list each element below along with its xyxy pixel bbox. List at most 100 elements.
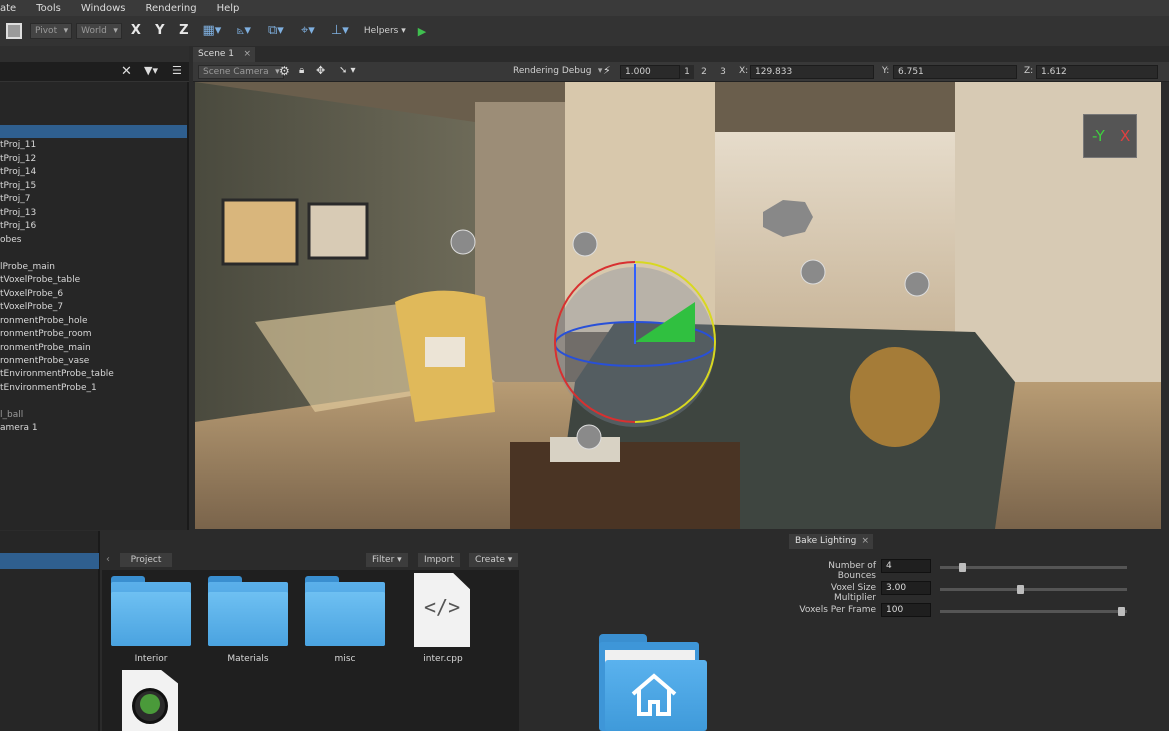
voxels-per-frame-slider[interactable]	[940, 610, 1127, 613]
grid-snap-icon[interactable]: ▦▾	[198, 21, 226, 41]
y-field[interactable]: 6.751	[893, 65, 1017, 79]
folder-materials-icon[interactable]	[208, 576, 288, 646]
tab-bake-lighting[interactable]: Bake Lighting ×	[789, 534, 873, 549]
cpp-file-icon[interactable]: </>	[414, 573, 470, 647]
bounces-label: Number of Bounces	[828, 561, 876, 581]
move-icon[interactable]: ✥	[316, 64, 325, 77]
folder-interior-icon[interactable]	[111, 576, 191, 646]
z-field[interactable]: 1.612	[1036, 65, 1158, 79]
arrow-icon[interactable]: ➘ ▾	[339, 65, 356, 76]
pivot-snap-icon[interactable]: ⊥▾	[326, 21, 354, 41]
hierarchy-item[interactable]: amera 1	[0, 422, 187, 435]
view-3-button[interactable]: 3	[716, 65, 730, 79]
angle-snap-icon[interactable]: ⦝▾	[230, 21, 258, 41]
z-label: Z:	[1024, 66, 1034, 76]
lock-icon[interactable]: 🔒︎	[299, 65, 304, 76]
tab-scene-1[interactable]: Scene 1 ×	[193, 47, 255, 62]
world-dropdown[interactable]: World	[76, 23, 122, 39]
speed-icon[interactable]: ⚡	[603, 64, 611, 77]
hierarchy-item[interactable]: ronmentProbe_room	[0, 328, 187, 341]
axis-gizmo[interactable]: -Y X	[1083, 114, 1137, 158]
pivot-dropdown[interactable]: Pivot	[30, 23, 73, 39]
voxel-size-slider-handle[interactable]	[1017, 585, 1025, 594]
voxels-per-frame-field[interactable]: 100	[881, 603, 931, 617]
hierarchy-item[interactable]: tProj_7	[0, 193, 187, 206]
axis-z-button[interactable]: Z	[174, 21, 194, 41]
import-button[interactable]: Import	[418, 553, 460, 567]
hierarchy-item[interactable]: obes	[0, 234, 187, 247]
voxel-size-field[interactable]: 3.00	[881, 581, 931, 595]
main-toolbar: Pivot World X Y Z ▦▾ ⦝▾ ⧉▾ ⌖▾ ⊥▾ Helpers…	[0, 16, 1169, 46]
bounces-slider-handle[interactable]	[959, 563, 967, 572]
axis-x-label: X	[1120, 127, 1131, 145]
hierarchy-item[interactable]: tVoxelProbe_6	[0, 288, 187, 301]
hierarchy-item[interactable]: tEnvironmentProbe_table	[0, 368, 187, 381]
hierarchy-header	[0, 46, 189, 62]
scene-viewport[interactable]: -Y X	[195, 82, 1161, 529]
tab-project[interactable]: Project	[120, 553, 172, 567]
bounces-slider[interactable]	[940, 566, 1127, 569]
voxels-per-frame-label: Voxels Per Frame	[799, 605, 876, 615]
home-folder-icon[interactable]	[599, 634, 707, 731]
view-1-button[interactable]: 1	[680, 65, 694, 79]
view-2-button[interactable]: 2	[697, 65, 711, 79]
gear-icon[interactable]: ⚙	[279, 64, 290, 78]
helpers-dropdown[interactable]: Helpers ▾	[364, 26, 406, 36]
hierarchy-item[interactable]: tProj_11	[0, 139, 187, 152]
hierarchy-item[interactable]: tProj_12	[0, 153, 187, 166]
hierarchy-item[interactable]: ronmentProbe_hole	[0, 315, 187, 328]
folder-misc-icon[interactable]	[305, 576, 385, 646]
menu-help[interactable]: Help	[217, 3, 240, 14]
menu-tools[interactable]: Tools	[36, 3, 61, 14]
hierarchy-selected-row[interactable]	[0, 125, 187, 138]
close-tab-icon[interactable]: ×	[861, 534, 869, 549]
menu-bar: ate Tools Windows Rendering Help	[0, 0, 1169, 16]
camera-dropdown[interactable]: Scene Camera	[198, 65, 284, 79]
hierarchy-item[interactable]: tEnvironmentProbe_1	[0, 382, 187, 395]
hierarchy-item[interactable]: l_ball	[0, 409, 187, 422]
x-field[interactable]: 129.833	[750, 65, 874, 79]
hierarchy-item[interactable]: lProbe_main	[0, 261, 187, 274]
speed-field[interactable]: 1.000	[620, 65, 680, 79]
hierarchy-item[interactable]: tProj_13	[0, 207, 187, 220]
hierarchy-item[interactable]: ronmentProbe_main	[0, 342, 187, 355]
filter-icon[interactable]: ▼▾	[144, 64, 158, 77]
menu-rendering[interactable]: Rendering	[145, 3, 196, 14]
axis-y-button[interactable]: Y	[150, 21, 170, 41]
hierarchy-item[interactable]: tVoxelProbe_7	[0, 301, 187, 314]
folder-interior-label: Interior	[134, 654, 168, 664]
preview-panel	[519, 550, 788, 731]
surface-snap-icon[interactable]: ⌖▾	[294, 21, 322, 41]
close-icon[interactable]: ✕	[121, 64, 132, 79]
cpp-file-label: inter.cpp	[423, 654, 463, 664]
back-icon[interactable]: ‹	[106, 554, 110, 565]
x-label: X:	[739, 66, 749, 76]
voxel-size-label: Voxel Size Multiplier	[830, 583, 876, 603]
save-icon[interactable]	[6, 23, 22, 39]
scene-render	[195, 82, 1161, 529]
menu-windows[interactable]: Windows	[81, 3, 126, 14]
create-button[interactable]: Create ▾	[469, 553, 519, 567]
hierarchy-search[interactable]: ✕ ▼▾ ☰	[0, 62, 189, 82]
folder-materials-label: Materials	[227, 654, 269, 664]
play-icon[interactable]: ▶	[418, 25, 426, 38]
list-icon[interactable]: ☰	[172, 64, 182, 77]
bounces-field[interactable]: 4	[881, 559, 931, 573]
rendering-debug-dropdown[interactable]: Rendering Debug	[509, 65, 605, 79]
folder-tree-selected[interactable]	[0, 553, 99, 569]
menu-file[interactable]: ate	[0, 3, 16, 14]
voxel-size-slider[interactable]	[940, 588, 1127, 591]
world-file-icon[interactable]	[122, 670, 178, 731]
scale-snap-icon[interactable]: ⧉▾	[262, 21, 290, 41]
axis-y-label: -Y	[1092, 127, 1105, 145]
hierarchy-item[interactable]: tProj_16	[0, 220, 187, 233]
filter-button[interactable]: Filter ▾	[366, 553, 408, 567]
folder-misc-label: misc	[334, 654, 356, 664]
voxels-per-frame-slider-handle[interactable]	[1118, 607, 1126, 616]
hierarchy-item[interactable]: tVoxelProbe_table	[0, 274, 187, 287]
axis-x-button[interactable]: X	[126, 21, 146, 41]
hierarchy-item[interactable]: tProj_14	[0, 166, 187, 179]
hierarchy-item[interactable]: tProj_15	[0, 180, 187, 193]
hierarchy-item[interactable]: ronmentProbe_vase	[0, 355, 187, 368]
close-tab-icon[interactable]: ×	[243, 47, 251, 62]
